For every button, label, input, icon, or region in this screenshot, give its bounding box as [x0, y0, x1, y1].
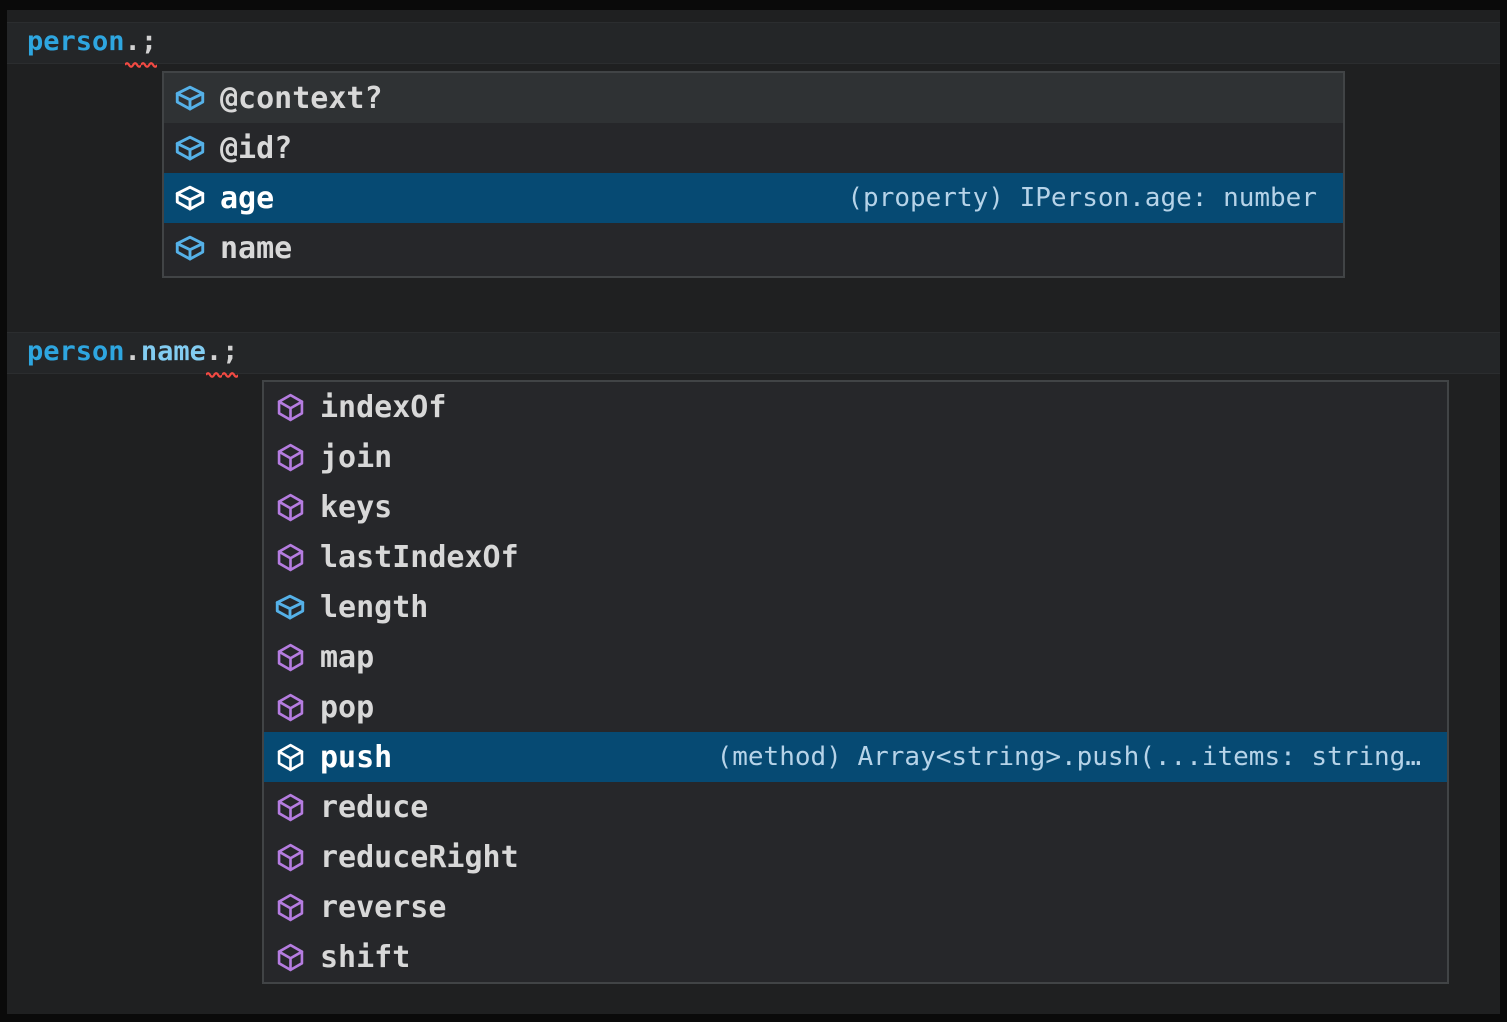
code-line-1[interactable]: person.;: [27, 22, 157, 62]
symbol-method-icon: [272, 840, 308, 874]
suggestion-item-reverse[interactable]: reverse: [264, 882, 1447, 932]
symbol-field-icon: [172, 231, 208, 265]
symbol-method-icon: [272, 740, 308, 774]
suggestion-item-age-selected[interactable]: age (property) IPerson.age: number: [164, 173, 1343, 223]
symbol-method-icon: [272, 640, 308, 674]
property-token: name: [141, 336, 206, 367]
suggestion-label: reduce: [320, 790, 428, 825]
suggest-widget-person: @context? @id? age (property) IPerson.ag…: [162, 71, 1345, 278]
suggestion-item-pop[interactable]: pop: [264, 682, 1447, 732]
suggestion-label: name: [220, 231, 292, 266]
suggestion-detail: (method) Array<string>.push(...items: st…: [717, 742, 1421, 772]
suggestion-label: @id?: [220, 131, 292, 166]
dot-token: .: [125, 26, 141, 57]
suggestion-label: lastIndexOf: [320, 540, 519, 575]
current-line-highlight: [7, 22, 1500, 64]
suggestion-item-reduce[interactable]: reduce: [264, 782, 1447, 832]
suggestion-label: map: [320, 640, 374, 675]
symbol-method-icon: [272, 490, 308, 524]
suggestion-item-context[interactable]: @context?: [164, 73, 1343, 123]
suggestion-label: push: [320, 740, 392, 775]
semicolon-token: ;: [222, 336, 238, 367]
code-line-2[interactable]: person.name.;: [27, 332, 238, 372]
suggestion-item-keys[interactable]: keys: [264, 482, 1447, 532]
symbol-field-icon: [172, 181, 208, 215]
symbol-method-icon: [272, 390, 308, 424]
suggestion-item-id[interactable]: @id?: [164, 123, 1343, 173]
suggestion-item-indexof[interactable]: indexOf: [264, 382, 1447, 432]
dot-token: .: [206, 336, 222, 367]
error-squiggle: [125, 61, 141, 68]
symbol-method-icon: [272, 540, 308, 574]
suggestion-item-shift[interactable]: shift: [264, 932, 1447, 982]
suggestion-label: pop: [320, 690, 374, 725]
editor-surface[interactable]: person.; @context? @id? age (property) I…: [7, 10, 1500, 1014]
suggestion-label: length: [320, 590, 428, 625]
symbol-method-icon: [272, 890, 308, 924]
suggestion-label: indexOf: [320, 390, 446, 425]
variable-token: person: [27, 26, 125, 57]
symbol-field-icon: [172, 81, 208, 115]
suggest-widget-person-name: indexOf join keys lastIndexOf length map…: [262, 380, 1449, 984]
dot-token: .: [125, 336, 141, 367]
variable-token: person: [27, 336, 125, 367]
suggestion-item-map[interactable]: map: [264, 632, 1447, 682]
error-squiggle: [206, 371, 222, 378]
error-squiggle: [222, 371, 238, 378]
suggestion-item-join[interactable]: join: [264, 432, 1447, 482]
error-squiggle: [141, 61, 157, 68]
suggestion-label: reverse: [320, 890, 446, 925]
suggestion-label: age: [220, 181, 274, 216]
code-editor-screenshot: { "editor": { "description": "dark code …: [0, 0, 1507, 1022]
symbol-method-icon: [272, 940, 308, 974]
symbol-method-icon: [272, 690, 308, 724]
suggestion-label: reduceRight: [320, 840, 519, 875]
symbol-method-icon: [272, 790, 308, 824]
suggestion-item-length[interactable]: length: [264, 582, 1447, 632]
suggestion-item-lastindexof[interactable]: lastIndexOf: [264, 532, 1447, 582]
symbol-field-icon: [272, 590, 308, 624]
suggestion-detail: (property) IPerson.age: number: [847, 183, 1317, 213]
suggestion-item-name[interactable]: name: [164, 223, 1343, 273]
suggestion-item-reduceright[interactable]: reduceRight: [264, 832, 1447, 882]
symbol-field-icon: [172, 131, 208, 165]
suggestion-label: join: [320, 440, 392, 475]
semicolon-token: ;: [141, 26, 157, 57]
suggestion-item-push-selected[interactable]: push (method) Array<string>.push(...item…: [264, 732, 1447, 782]
suggestion-label: @context?: [220, 81, 383, 116]
suggestion-label: shift: [320, 940, 410, 975]
suggestion-label: keys: [320, 490, 392, 525]
symbol-method-icon: [272, 440, 308, 474]
